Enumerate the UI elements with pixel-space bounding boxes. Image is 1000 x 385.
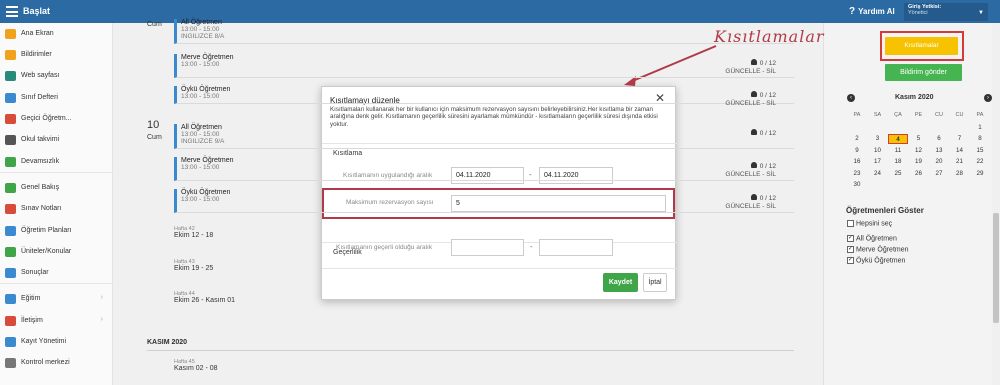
event-actions[interactable]: GÜNCELLE - SİL (725, 171, 776, 178)
event-card[interactable]: Öykü Öğretmen 13:00 - 15:00 0 / 12 GÜNCELLE… (174, 189, 794, 213)
capacity-value: 0 / 12 (759, 60, 776, 67)
week-range: Ekim 26 - Kasım 01 (174, 297, 236, 304)
capacity-value: 0 / 12 (759, 195, 776, 202)
week-block: Hafta 44 Ekim 26 - Kasım 01 (174, 291, 235, 304)
event-subject: INGILIZCE 9/A (181, 138, 225, 145)
event-capacity: 0 / 12 (750, 59, 776, 67)
event-actions[interactable]: GÜNCELLE - SİL (725, 68, 776, 75)
user-icon (750, 129, 757, 135)
week-range: Kasım 02 - 08 (174, 365, 218, 372)
event-teacher: Öykü Öğretmen (181, 86, 231, 93)
day-name: Cum (147, 134, 162, 141)
capacity-value: 0 / 12 (759, 130, 776, 137)
day-label: 10 Cum (147, 119, 162, 142)
event-card[interactable]: Öykü Öğretmen 13:00 - 15:00 0 / 12 GÜNCELLE… (174, 86, 794, 107)
day-number: 10 (147, 119, 160, 131)
week-block: Hafta 42 Ekim 12 - 18 (174, 226, 213, 239)
event-card[interactable]: All Öğretmen 13:00 - 15:00 INGILIZCE 9/A 0 … (174, 124, 794, 149)
event-actions[interactable]: GÜNCELLE - SİL (725, 203, 776, 210)
event-teacher: Öykü Öğretmen (181, 189, 231, 196)
event-card[interactable]: Merve Öğretmen 13:00 - 15:00 0 / 12 GÜNCELL… (174, 157, 794, 181)
user-icon (750, 59, 757, 65)
event-actions[interactable]: GÜNCELLE - SİL (725, 100, 776, 107)
event-capacity: 0 / 12 (750, 162, 776, 170)
event-teacher: Merve Öğretmen (181, 54, 234, 61)
event-card[interactable]: Merve Öğretmen 13:00 - 15:00 0 / 12 GÜNCELL… (174, 54, 794, 78)
event-capacity: 0 / 12 (750, 129, 776, 137)
event-subject: INGILIZCE 8/A (181, 33, 225, 40)
event-teacher: All Öğretmen (181, 19, 222, 26)
user-icon (750, 162, 757, 168)
event-teacher: Merve Öğretmen (181, 157, 234, 164)
week-range: Ekim 19 - 25 (174, 265, 214, 272)
capacity-value: 0 / 12 (759, 92, 776, 99)
event-time: 13:00 - 15:00 (181, 196, 220, 203)
event-time: 13:00 - 15:00 (181, 26, 220, 33)
week-range: Ekim 12 - 18 (174, 232, 214, 239)
event-time: 13:00 - 15:00 (181, 93, 220, 100)
day-label: Cum (147, 18, 162, 28)
event-time: 13:00 - 15:00 (181, 131, 220, 138)
event-time: 13:00 - 15:00 (181, 61, 220, 68)
event-capacity: 0 / 12 (750, 91, 776, 99)
week-block: Hafta 45 Kasım 02 - 08 (174, 359, 218, 372)
event-teacher: All Öğretmen (181, 124, 222, 131)
day-name: Cum (147, 21, 162, 28)
event-card[interactable]: All Öğretmen 13:00 - 15:00 INGILIZCE 8/A (174, 19, 794, 44)
user-icon (750, 194, 757, 200)
capacity-value: 0 / 12 (759, 163, 776, 170)
event-time: 13:00 - 15:00 (181, 164, 220, 171)
week-block: Hafta 43 Ekim 19 - 25 (174, 259, 213, 272)
event-capacity: 0 / 12 (750, 194, 776, 202)
user-icon (750, 91, 757, 97)
